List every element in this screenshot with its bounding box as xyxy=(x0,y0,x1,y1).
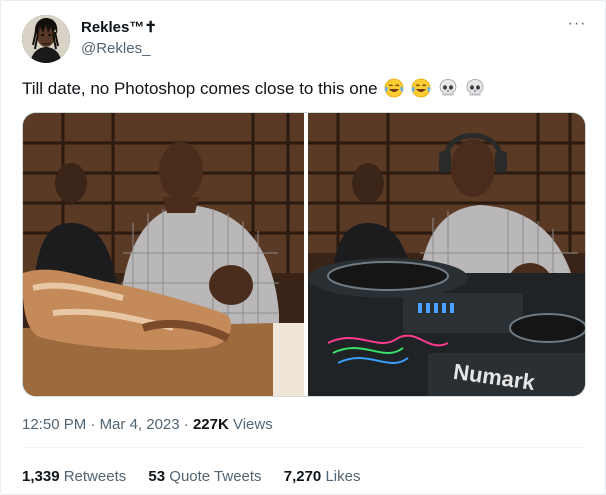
meta-separator: · xyxy=(183,416,189,433)
quote-tweets-stat[interactable]: 53 Quote Tweets xyxy=(148,468,261,485)
tweet-time[interactable]: 12:50 PM xyxy=(22,416,86,433)
tweet-stats: 1,339 Retweets 53 Quote Tweets 7,270 Lik… xyxy=(22,467,378,487)
skull-emoji-icon xyxy=(439,79,457,96)
tears-of-joy-emoji-icon xyxy=(411,78,431,98)
skull-emoji-icon xyxy=(466,79,483,96)
tweet-card: Rekles™✝ @Rekles_ ··· Till date, no Phot… xyxy=(0,0,606,495)
likes-label: Likes xyxy=(325,468,361,485)
tweet-header: Rekles™✝ @Rekles_ ··· xyxy=(22,13,587,65)
tweet-meta: 12:50 PM · Mar 4, 2023 · 227K Views xyxy=(22,415,273,435)
avatar[interactable] xyxy=(22,15,70,63)
views-label: Views xyxy=(232,416,273,433)
photo-carving-meat[interactable] xyxy=(23,113,304,396)
tweet-text: Till date, no Photoshop comes close to t… xyxy=(22,78,485,100)
divider xyxy=(22,447,584,448)
more-options-icon[interactable]: ··· xyxy=(567,16,587,33)
handle[interactable]: @Rekles_ xyxy=(81,39,157,58)
author-names: Rekles™✝ @Rekles_ xyxy=(81,18,157,58)
avatar-image xyxy=(22,15,70,63)
retweets-stat[interactable]: 1,339 Retweets xyxy=(22,468,126,485)
media-grid: Numark xyxy=(22,112,586,397)
retweets-label: Retweets xyxy=(63,468,127,485)
meta-separator: · xyxy=(90,416,96,433)
quotes-count: 53 xyxy=(148,468,166,485)
views-count: 227K xyxy=(192,416,229,433)
likes-stat[interactable]: 7,270 Likes xyxy=(284,468,361,485)
tweet-text-body: Till date, no Photoshop comes close to t… xyxy=(22,79,378,98)
quotes-label: Quote Tweets xyxy=(169,468,262,485)
retweets-count: 1,339 xyxy=(22,468,60,485)
likes-count: 7,270 xyxy=(283,468,322,485)
photo-dj-edit[interactable]: Numark xyxy=(308,113,585,396)
tweet-date[interactable]: Mar 4, 2023 xyxy=(100,416,180,433)
tears-of-joy-emoji-icon xyxy=(384,78,404,98)
display-name[interactable]: Rekles™✝ xyxy=(81,18,157,37)
